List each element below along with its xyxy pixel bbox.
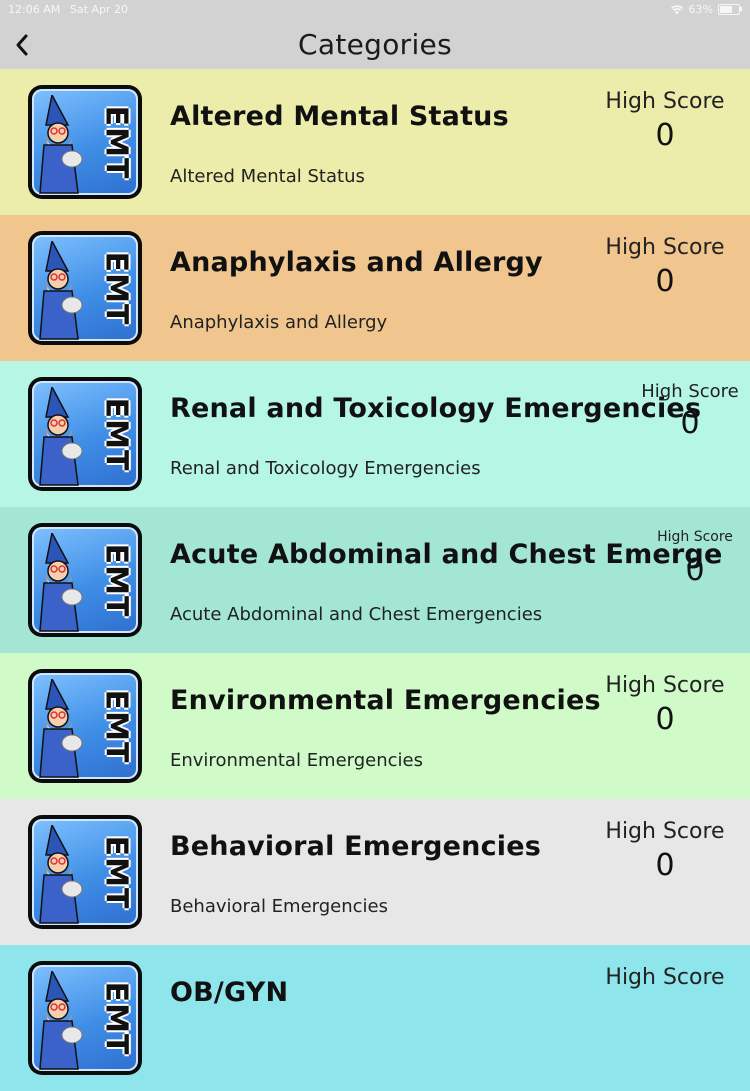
battery-icon — [718, 4, 742, 15]
high-score-label: High Score — [605, 89, 725, 114]
wizard-icon — [39, 825, 83, 924]
category-list[interactable]: EMT Altered Mental Status Altered Mental… — [0, 69, 750, 1091]
status-right: 63% — [670, 3, 742, 16]
category-subtitle: Environmental Emergencies — [170, 750, 424, 771]
high-score-label: High Score — [605, 965, 725, 990]
emt-app-icon: EMT — [28, 523, 142, 637]
category-subtitle: Behavioral Emergencies — [170, 896, 389, 917]
emt-app-icon: EMT — [28, 815, 142, 929]
emt-app-icon: EMT — [28, 231, 142, 345]
high-score-block: High Score — [590, 965, 740, 994]
category-title: OB/GYN — [170, 977, 289, 1008]
high-score-value: 0 — [655, 702, 675, 737]
emt-app-icon: EMT — [28, 669, 142, 783]
category-title: Behavioral Emergencies — [170, 831, 542, 862]
wizard-icon — [39, 241, 83, 340]
battery-percent: 63% — [688, 3, 713, 16]
emt-icon-text: EMT — [98, 689, 134, 763]
category-title: Acute Abdominal and Chest Emerge — [170, 539, 723, 570]
category-title: Anaphylaxis and Allergy — [170, 247, 543, 278]
category-title: Altered Mental Status — [170, 101, 509, 132]
emt-app-icon: EMT — [28, 85, 142, 199]
emt-app-icon: EMT — [28, 961, 142, 1075]
category-row-renal-and-toxicology[interactable]: EMT Renal and Toxicology Emergencies Ren… — [0, 361, 750, 507]
high-score-value: 0 — [655, 264, 675, 299]
emt-app-icon: EMT — [28, 377, 142, 491]
high-score-block: High Score 0 — [590, 673, 740, 737]
high-score-label: High Score — [605, 673, 725, 698]
status-date: Sat Apr 20 — [70, 3, 129, 16]
category-row-acute-abdominal-and-chest[interactable]: EMT Acute Abdominal and Chest Emerge Acu… — [0, 507, 750, 653]
high-score-block: High Score 0 — [590, 89, 740, 153]
emt-icon-text: EMT — [98, 397, 134, 471]
high-score-block: High Score 0 — [590, 235, 740, 299]
wizard-icon — [39, 95, 83, 194]
category-row-environmental-emergencies[interactable]: EMT Environmental Emergencies Environmen… — [0, 653, 750, 799]
emt-icon-text: EMT — [98, 835, 134, 909]
category-subtitle: Acute Abdominal and Chest Emergencies — [170, 604, 543, 625]
category-subtitle: Altered Mental Status — [170, 166, 365, 187]
category-subtitle: Renal and Toxicology Emergencies — [170, 458, 481, 479]
high-score-block: High Score 0 — [590, 819, 740, 883]
high-score-label: High Score — [605, 819, 725, 844]
status-bar: 12:06 AM Sat Apr 20 63% — [0, 0, 750, 22]
emt-icon-text: EMT — [98, 543, 134, 617]
emt-icon-text: EMT — [98, 105, 134, 179]
wizard-icon — [39, 679, 83, 778]
category-subtitle: Anaphylaxis and Allergy — [170, 312, 388, 333]
high-score-label: High Score — [605, 235, 725, 260]
page-title: Categories — [298, 28, 452, 61]
category-row-behavioral-emergencies[interactable]: EMT Behavioral Emergencies Behavioral Em… — [0, 799, 750, 945]
wifi-icon — [670, 5, 683, 15]
wizard-icon — [39, 971, 83, 1070]
category-row-anaphylaxis-and-allergy[interactable]: EMT Anaphylaxis and Allergy Anaphylaxis … — [0, 215, 750, 361]
emt-icon-text: EMT — [98, 251, 134, 325]
high-score-value: 0 — [655, 118, 675, 153]
category-title: Renal and Toxicology Emergencies — [170, 393, 702, 424]
wizard-icon — [39, 387, 83, 486]
category-row-altered-mental-status[interactable]: EMT Altered Mental Status Altered Mental… — [0, 69, 750, 215]
navigation-bar: Categories — [0, 22, 750, 70]
category-row-ob-gyn[interactable]: EMT OB/GYN High Score — [0, 945, 750, 1091]
high-score-value: 0 — [655, 848, 675, 883]
category-title: Environmental Emergencies — [170, 685, 601, 716]
status-time: 12:06 AM — [8, 3, 61, 16]
wizard-icon — [39, 533, 83, 632]
emt-icon-text: EMT — [98, 981, 134, 1055]
